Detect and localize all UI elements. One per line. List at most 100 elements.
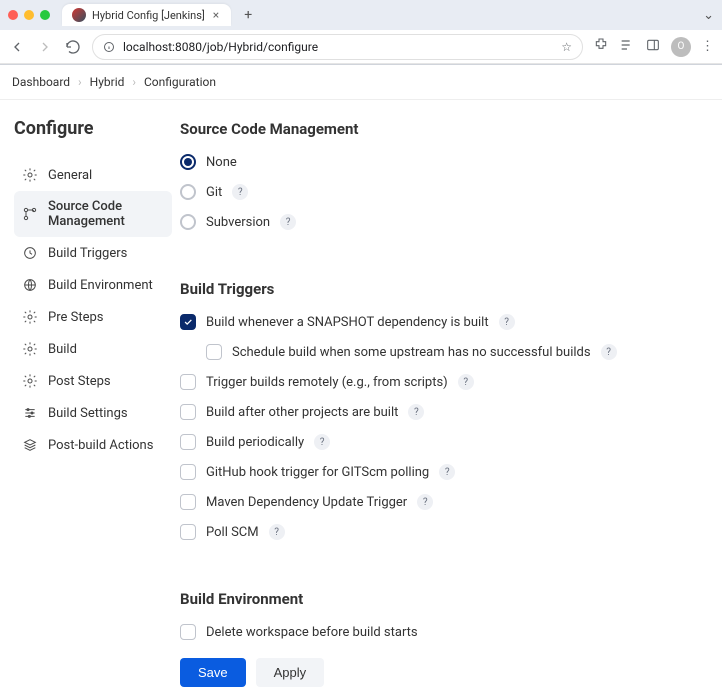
- checkbox-icon[interactable]: [180, 464, 196, 480]
- sidebar-item-label: Build Settings: [48, 406, 128, 421]
- radio-icon[interactable]: [180, 184, 196, 200]
- gear-icon: [22, 167, 38, 183]
- sidebar-item-environment[interactable]: Build Environment: [14, 269, 172, 301]
- close-window-icon[interactable]: [8, 10, 18, 20]
- bookmark-icon[interactable]: ☆: [561, 40, 572, 54]
- address-bar: localhost:8080/job/Hybrid/configure ☆ O …: [0, 30, 722, 64]
- trigger-snapshot[interactable]: Build whenever a SNAPSHOT dependency is …: [180, 314, 702, 330]
- breadcrumb: Dashboard › Hybrid › Configuration: [0, 65, 722, 100]
- url-input[interactable]: localhost:8080/job/Hybrid/configure ☆: [92, 34, 583, 60]
- help-icon[interactable]: ?: [601, 344, 617, 360]
- checkbox-label: Delete workspace before build starts: [206, 625, 418, 640]
- trigger-github[interactable]: GitHub hook trigger for GITScm polling ?: [180, 464, 702, 480]
- checkbox-icon[interactable]: [180, 434, 196, 450]
- minimize-window-icon[interactable]: [24, 10, 34, 20]
- env-delete-workspace[interactable]: Delete workspace before build starts: [180, 624, 702, 640]
- sidebar-item-scm[interactable]: Source Code Management: [14, 191, 172, 237]
- section-title-triggers: Build Triggers: [180, 280, 702, 298]
- help-icon[interactable]: ?: [408, 404, 424, 420]
- radio-label: Git: [206, 185, 222, 200]
- sidebar-item-build[interactable]: Build: [14, 333, 172, 365]
- trigger-poll-scm[interactable]: Poll SCM ?: [180, 524, 702, 540]
- site-info-icon[interactable]: [103, 41, 115, 53]
- sidebar-item-triggers[interactable]: Build Triggers: [14, 237, 172, 269]
- trigger-maven[interactable]: Maven Dependency Update Trigger ?: [180, 494, 702, 510]
- scm-option-subversion[interactable]: Subversion ?: [180, 214, 702, 230]
- jenkins-favicon-icon: [72, 8, 86, 22]
- extensions-icon[interactable]: [593, 37, 609, 57]
- tab-title: Hybrid Config [Jenkins]: [92, 9, 205, 22]
- reload-button[interactable]: [64, 39, 82, 55]
- sidebar-item-label: Post-build Actions: [48, 438, 153, 453]
- trigger-periodic[interactable]: Build periodically ?: [180, 434, 702, 450]
- section-title-environment: Build Environment: [180, 590, 702, 608]
- checkbox-label: Build after other projects are built: [206, 405, 398, 420]
- browser-chrome: Hybrid Config [Jenkins] × + ⌄ localhost:…: [0, 0, 722, 65]
- scm-option-git[interactable]: Git ?: [180, 184, 702, 200]
- sidebar-item-label: Build: [48, 342, 77, 357]
- browser-menu-icon[interactable]: ⋮: [701, 39, 714, 54]
- radio-icon[interactable]: [180, 154, 196, 170]
- gear-icon: [22, 341, 38, 357]
- checkbox-label: Build whenever a SNAPSHOT dependency is …: [206, 315, 489, 330]
- scm-option-none[interactable]: None: [180, 154, 702, 170]
- playlist-icon[interactable]: [619, 37, 635, 57]
- sidebar-item-label: Source Code Management: [48, 199, 164, 229]
- checkbox-label: GitHub hook trigger for GITScm polling: [206, 465, 429, 480]
- help-icon[interactable]: ?: [280, 214, 296, 230]
- help-icon[interactable]: ?: [499, 314, 515, 330]
- checkbox-icon[interactable]: [180, 494, 196, 510]
- trigger-schedule-upstream[interactable]: Schedule build when some upstream has no…: [206, 344, 702, 360]
- url-text: localhost:8080/job/Hybrid/configure: [123, 40, 318, 54]
- radio-label: Subversion: [206, 215, 270, 230]
- save-button[interactable]: Save: [180, 658, 246, 687]
- close-tab-icon[interactable]: ×: [211, 8, 221, 22]
- trigger-after-others[interactable]: Build after other projects are built ?: [180, 404, 702, 420]
- sidebar-item-pre-steps[interactable]: Pre Steps: [14, 301, 172, 333]
- radio-label: None: [206, 155, 237, 170]
- help-icon[interactable]: ?: [439, 464, 455, 480]
- checkbox-icon[interactable]: [206, 344, 222, 360]
- tabs-dropdown-icon[interactable]: ⌄: [703, 8, 714, 23]
- chevron-right-icon: ›: [132, 75, 136, 89]
- back-button[interactable]: [8, 39, 26, 55]
- checkbox-label: Poll SCM: [206, 525, 259, 540]
- help-icon[interactable]: ?: [269, 524, 285, 540]
- tab-bar: Hybrid Config [Jenkins] × + ⌄: [0, 0, 722, 30]
- breadcrumb-item[interactable]: Dashboard: [12, 75, 70, 89]
- checkbox-icon[interactable]: [180, 524, 196, 540]
- breadcrumb-item[interactable]: Hybrid: [90, 75, 125, 89]
- help-icon[interactable]: ?: [314, 434, 330, 450]
- checkbox-icon[interactable]: [180, 374, 196, 390]
- browser-right-icons: O ⋮: [593, 37, 714, 57]
- help-icon[interactable]: ?: [458, 374, 474, 390]
- section-title-scm: Source Code Management: [180, 120, 702, 138]
- maximize-window-icon[interactable]: [40, 10, 50, 20]
- radio-icon[interactable]: [180, 214, 196, 230]
- sidebar-item-build-settings[interactable]: Build Settings: [14, 397, 172, 429]
- breadcrumb-item[interactable]: Configuration: [144, 75, 216, 89]
- sidebar: Configure General Source Code Management…: [0, 100, 180, 697]
- apply-button[interactable]: Apply: [256, 658, 325, 687]
- forward-button: [36, 39, 54, 55]
- sidebar-item-post-steps[interactable]: Post Steps: [14, 365, 172, 397]
- gear-icon: [22, 309, 38, 325]
- new-tab-button[interactable]: +: [237, 4, 259, 26]
- checkbox-icon[interactable]: [180, 624, 196, 640]
- browser-tab[interactable]: Hybrid Config [Jenkins] ×: [62, 4, 231, 26]
- checkbox-icon[interactable]: [180, 404, 196, 420]
- content: Source Code Management None Git ? Subver…: [180, 100, 722, 697]
- sidebar-item-general[interactable]: General: [14, 159, 172, 191]
- help-icon[interactable]: ?: [417, 494, 433, 510]
- sidebar-item-post-build[interactable]: Post-build Actions: [14, 429, 172, 461]
- checkbox-icon[interactable]: [180, 314, 196, 330]
- stack-icon: [22, 437, 38, 453]
- button-bar: Save Apply: [180, 658, 702, 687]
- panel-icon[interactable]: [645, 37, 661, 57]
- trigger-remote[interactable]: Trigger builds remotely (e.g., from scri…: [180, 374, 702, 390]
- sidebar-item-label: Build Environment: [48, 278, 153, 293]
- sidebar-item-label: Post Steps: [48, 374, 111, 389]
- page-title: Configure: [14, 118, 172, 139]
- profile-avatar[interactable]: O: [671, 37, 691, 57]
- help-icon[interactable]: ?: [232, 184, 248, 200]
